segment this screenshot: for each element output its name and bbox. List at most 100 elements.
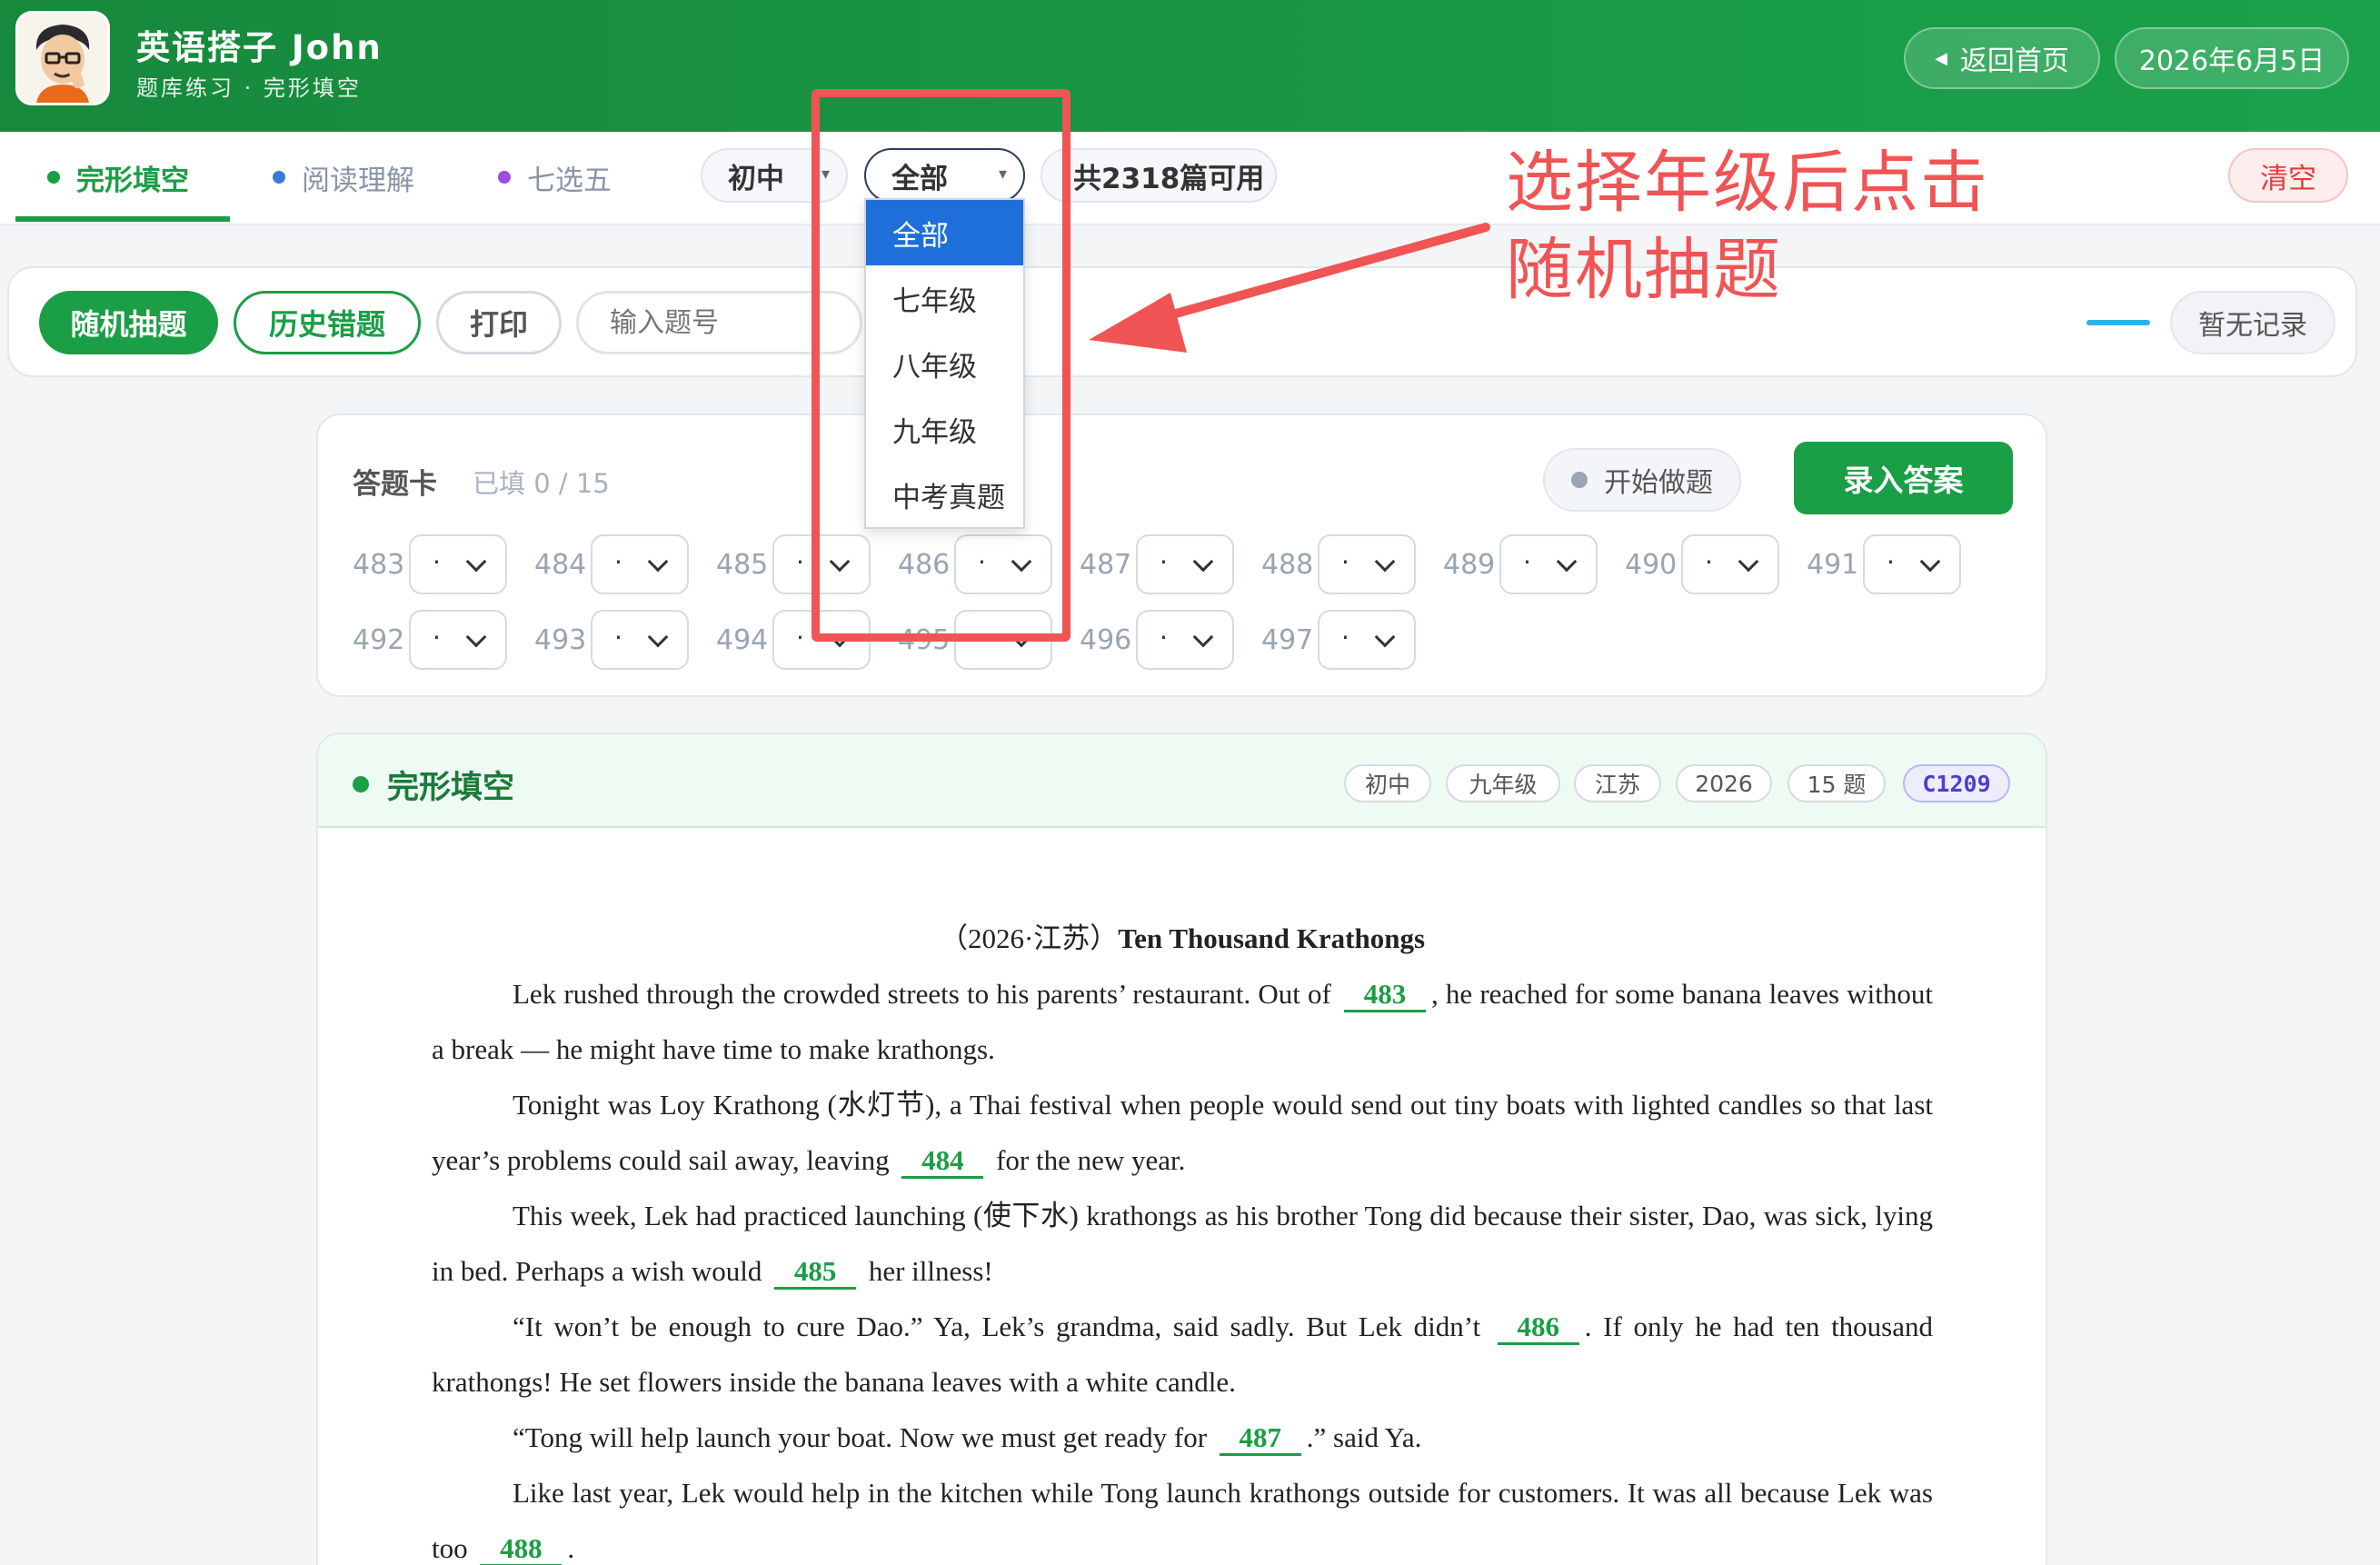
question-number: 491 xyxy=(1807,548,1859,581)
answer-value: · xyxy=(1887,547,1895,577)
tag-region: 江苏 xyxy=(1574,764,1661,802)
tag-year: 2026 xyxy=(1676,764,1772,802)
question-number: 493 xyxy=(534,623,587,656)
answer-select[interactable]: · xyxy=(1681,534,1779,594)
answer-value: · xyxy=(796,547,804,577)
passage-card-title: 完形填空 xyxy=(387,770,515,806)
tab-seven-five[interactable]: 七选五 xyxy=(498,132,612,223)
app-subtitle: 题库练习 · 完形填空 xyxy=(136,75,362,101)
chevron-down-icon xyxy=(1919,551,1941,573)
blank-488[interactable]: 488 xyxy=(480,1533,563,1565)
app-header: 英语搭子 John 题库练习 · 完形填空 ◀ 返回首页 2026年6月5日 xyxy=(0,0,2380,132)
answer-value: · xyxy=(433,623,441,653)
tag-level: 初中 xyxy=(1344,764,1431,802)
annotation-text: 选择年级后点击 随机抽题 xyxy=(1506,139,2015,314)
answer-select[interactable]: · xyxy=(1318,610,1416,670)
start-practice-label: 开始做题 xyxy=(1604,467,1713,499)
back-arrow-icon: ◀ xyxy=(1935,48,1947,68)
answer-slot: 487 · xyxy=(1080,533,1234,595)
random-pick-button[interactable]: 随机抽题 xyxy=(39,291,218,354)
active-tab-indicator xyxy=(15,216,230,222)
answer-select[interactable]: · xyxy=(1499,534,1598,594)
chevron-down-icon xyxy=(1192,551,1214,573)
status-dot-icon xyxy=(1571,472,1588,488)
avatar xyxy=(15,11,110,105)
passage-paragraphs: Lek rushed through the crowded streets t… xyxy=(432,966,1933,1565)
passage-paragraph: This week, Lek had practiced launching (… xyxy=(432,1188,1933,1299)
chevron-down-icon xyxy=(465,551,487,573)
history-mistakes-button[interactable]: 历史错题 xyxy=(234,291,421,354)
answer-select[interactable]: · xyxy=(1136,534,1234,594)
answer-value: · xyxy=(1160,623,1168,653)
blank-486[interactable]: 486 xyxy=(1497,1311,1579,1345)
passage-heading: （2026·江苏）Ten Thousand Krathongs xyxy=(432,911,1933,966)
passage-paragraph: Lek rushed through the crowded streets t… xyxy=(432,978,1933,1065)
app-title: 英语搭子 John xyxy=(136,28,383,67)
annotation-line-2: 随机抽题 xyxy=(1506,231,1782,309)
tab-reading[interactable]: 阅读理解 xyxy=(273,132,414,223)
answer-slot: 489 · xyxy=(1443,533,1598,595)
answer-value: · xyxy=(1705,547,1713,577)
passage-text: （2026·江苏）Ten Thousand Krathongs Lek rush… xyxy=(432,911,1933,1565)
answer-slot: 483 · xyxy=(353,533,507,595)
answer-select[interactable]: · xyxy=(591,534,689,594)
back-home-label: 返回首页 xyxy=(1959,45,2069,77)
answer-value: · xyxy=(433,547,441,577)
chevron-down-icon xyxy=(1374,551,1396,573)
tab-cloze[interactable]: 完形填空 xyxy=(47,132,189,223)
answer-slot: 497 · xyxy=(1261,609,1416,671)
question-number: 492 xyxy=(353,623,405,656)
answer-value: · xyxy=(796,623,804,653)
answer-value: · xyxy=(614,547,622,577)
question-number: 484 xyxy=(534,548,587,581)
date-badge: 2026年6月5日 xyxy=(2115,27,2349,89)
question-number: 487 xyxy=(1080,548,1132,581)
answer-slot: 496 · xyxy=(1080,609,1234,671)
question-number: 483 xyxy=(353,548,405,581)
print-button[interactable]: 打印 xyxy=(436,291,562,354)
level-select-value: 初中 xyxy=(728,162,784,195)
blank-487[interactable]: 487 xyxy=(1219,1422,1301,1456)
answer-select[interactable]: · xyxy=(409,610,507,670)
passage-paragraph: Like last year, Lek would help in the ki… xyxy=(432,1465,1933,1565)
answer-select[interactable]: · xyxy=(409,534,507,594)
answer-select[interactable]: · xyxy=(1136,610,1234,670)
passage-heading-title: Ten Thousand Krathongs xyxy=(1118,922,1426,954)
clear-button[interactable]: 清空 xyxy=(2228,148,2348,203)
tab-label: 阅读理解 xyxy=(302,164,414,197)
answer-select[interactable]: · xyxy=(1863,534,1961,594)
answer-slot: 492 · xyxy=(353,609,507,671)
answer-slot: 491 · xyxy=(1807,533,1961,595)
divider-line xyxy=(2086,320,2150,325)
answer-card: 答题卡 已填 0 / 15 开始做题 录入答案 483 · 484 · 485 … xyxy=(316,414,2047,697)
passage-card-header: 完形填空 初中 九年级 江苏 2026 15 题 C1209 xyxy=(318,734,2046,828)
chevron-down-icon xyxy=(1738,551,1759,573)
back-home-button[interactable]: ◀ 返回首页 xyxy=(1904,27,2100,89)
chevron-down-icon xyxy=(1374,626,1396,648)
answer-value: · xyxy=(1341,623,1349,653)
record-answers-button[interactable]: 录入答案 xyxy=(1794,442,2013,514)
answer-value: · xyxy=(1160,547,1168,577)
answer-value: · xyxy=(1341,547,1349,577)
no-record-badge[interactable]: 暂无记录 xyxy=(2170,291,2335,354)
chevron-down-icon xyxy=(1556,551,1578,573)
question-number: 497 xyxy=(1261,623,1314,656)
answer-slot: 488 · xyxy=(1261,533,1416,595)
passage-heading-prefix: （2026·江苏） xyxy=(939,922,1119,954)
answer-value: · xyxy=(614,623,622,653)
tag-grade: 九年级 xyxy=(1446,764,1560,802)
answer-slot: 490 · xyxy=(1625,533,1779,595)
blank-484[interactable]: 484 xyxy=(901,1145,984,1179)
answer-select[interactable]: · xyxy=(1318,534,1416,594)
answer-slot: 493 · xyxy=(534,609,689,671)
tab-dot-icon xyxy=(47,171,60,184)
available-count: 共2318篇可用 xyxy=(1041,148,1277,203)
answer-select[interactable]: · xyxy=(591,610,689,670)
section-dot-icon xyxy=(353,776,369,792)
question-number: 489 xyxy=(1443,548,1496,581)
start-practice-button[interactable]: 开始做题 xyxy=(1543,448,1741,512)
blank-483[interactable]: 483 xyxy=(1344,979,1427,1012)
tab-dot-icon xyxy=(273,171,285,184)
blank-485[interactable]: 485 xyxy=(774,1256,857,1290)
answer-slot: 484 · xyxy=(534,533,689,595)
